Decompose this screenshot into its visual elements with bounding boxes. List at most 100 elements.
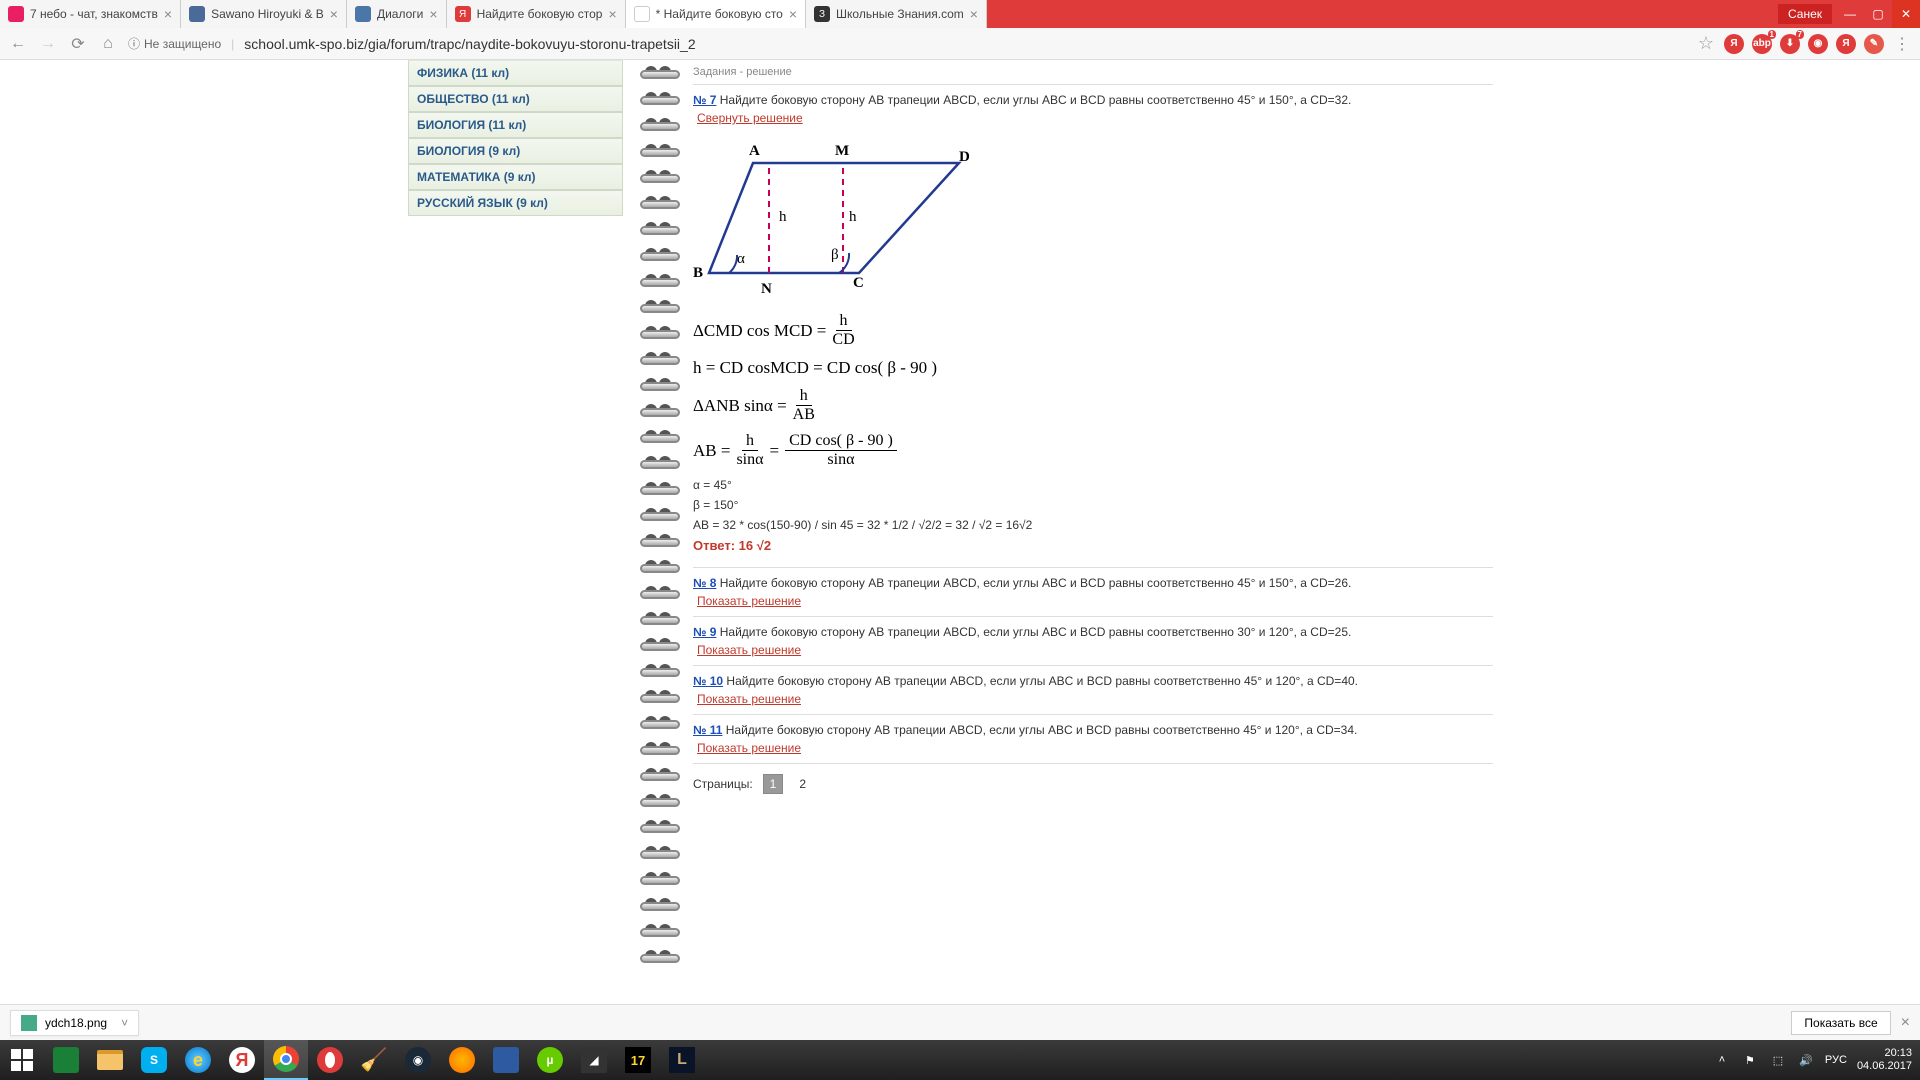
tab-title: Найдите боковую стор [477,7,603,21]
reload-icon[interactable]: ⟳ [68,34,88,54]
tab-title: Школьные Знания.com [836,7,964,21]
label-C: C [853,275,864,292]
task-ccleaner[interactable]: 🧹 [352,1040,396,1080]
tray-volume-icon[interactable]: 🔊 [1797,1051,1815,1069]
show-all-downloads-button[interactable]: Показать все [1791,1011,1890,1035]
extension-icon[interactable]: abp1 [1752,34,1772,54]
tray-chevron-icon[interactable]: ˄ [1713,1051,1731,1069]
problem-number[interactable]: № 7 [693,93,716,107]
browser-tab[interactable]: Sawano Hiroyuki & B × [181,0,347,28]
extension-icon[interactable]: ⬇7 [1780,34,1800,54]
download-filename: ydch18.png [45,1016,107,1030]
problem-text: Найдите боковую сторону AB трапеции ABCD… [716,625,1351,639]
task-chrome[interactable] [264,1040,308,1080]
problem-text: Найдите боковую сторону AB трапеции ABCD… [716,576,1351,590]
task-ie[interactable]: e [176,1040,220,1080]
browser-tab[interactable]: 7 небо - чат, знакомств × [0,0,181,28]
show-solution-link[interactable]: Показать решение [697,594,801,608]
tab-title: 7 небо - чат, знакомств [30,7,158,21]
insecure-badge[interactable]: ⓘ Не защищено [128,35,221,52]
problem-number[interactable]: № 11 [693,723,722,737]
browser-tab[interactable]: Я Найдите боковую стор × [447,0,626,28]
tab-title: Sawano Hiroyuki & B [211,7,324,21]
close-icon[interactable]: × [164,6,172,22]
window-minimize-icon[interactable]: — [1836,0,1864,28]
close-icon[interactable]: × [1901,1014,1910,1032]
close-icon[interactable]: × [970,6,978,22]
task-app[interactable]: ◢ [572,1040,616,1080]
frac-bot: sinα [827,451,854,468]
browser-tab-active[interactable]: * Найдите боковую сто × [626,0,806,28]
show-solution-link[interactable]: Показать решение [697,643,801,657]
close-icon[interactable]: × [789,6,797,22]
show-solution-link[interactable]: Показать решение [697,741,801,755]
task-steam[interactable]: ◉ [396,1040,440,1080]
page-1[interactable]: 1 [763,774,784,794]
main-content: Задания - решение № 7 Найдите боковую ст… [683,60,1503,1004]
math-eq-2: h = CD cosMCD = CD cos( β - 90 ) [693,358,1493,378]
window-maximize-icon[interactable]: ▢ [1864,0,1892,28]
file-icon [21,1015,37,1031]
close-icon[interactable]: × [429,6,437,22]
tray-network-icon[interactable]: ⬚ [1769,1051,1787,1069]
url-text[interactable]: school.umk-spo.biz/gia/forum/trapc/naydi… [244,36,1688,52]
home-icon[interactable]: ⌂ [98,35,118,53]
task-utorrent[interactable]: µ [528,1040,572,1080]
close-icon[interactable]: × [608,6,616,22]
extension-icon[interactable]: ✎ [1864,34,1884,54]
frac-top: h [742,433,758,451]
task-vbox[interactable] [484,1040,528,1080]
browser-tab[interactable]: Диалоги × [347,0,447,28]
task-firefox[interactable] [440,1040,484,1080]
task-opera[interactable] [308,1040,352,1080]
problem-11: № 11 Найдите боковую сторону AB трапеции… [693,715,1493,764]
tray-flag-icon[interactable]: ⚑ [1741,1051,1759,1069]
task-yandex[interactable]: Я [220,1040,264,1080]
menu-icon[interactable]: ⋮ [1892,34,1912,54]
pager-label: Страницы: [693,777,753,791]
problem-7: № 7 Найдите боковую сторону AB трапеции … [693,85,1493,133]
alpha-value: α = 45° [693,478,1493,492]
tab-title: Диалоги [377,7,423,21]
tray-time: 20:13 [1857,1047,1912,1060]
tray-language[interactable]: РУС [1825,1054,1847,1066]
task-store[interactable] [44,1040,88,1080]
chrome-user-button[interactable]: Санек [1778,4,1832,24]
sidebar-item-physics[interactable]: ФИЗИКА (11 кл) [408,60,623,86]
problem-text: Найдите боковую сторону AB трапеции ABCD… [723,674,1358,688]
frac-top: h [836,313,852,331]
problem-number[interactable]: № 9 [693,625,716,639]
task-fifa17[interactable]: 17 [616,1040,660,1080]
problem-number[interactable]: № 8 [693,576,716,590]
task-explorer[interactable] [88,1040,132,1080]
sidebar-item-biology-9[interactable]: БИОЛОГИЯ (9 кл) [408,138,623,164]
page-2[interactable]: 2 [793,775,812,793]
window-close-icon[interactable]: ✕ [1892,0,1920,28]
forward-icon[interactable]: → [38,35,58,53]
browser-tab[interactable]: З Школьные Знания.com × [806,0,987,28]
sidebar-item-biology-11[interactable]: БИОЛОГИЯ (11 кл) [408,112,623,138]
frac-bot: AB [793,406,815,423]
task-skype[interactable]: S [132,1040,176,1080]
download-item[interactable]: ydch18.png ˅ [10,1010,139,1036]
tray-date: 04.06.2017 [1857,1060,1912,1073]
close-icon[interactable]: × [330,6,338,22]
extension-icon[interactable]: Я [1836,34,1856,54]
sidebar-item-social[interactable]: ОБЩЕСТВО (11 кл) [408,86,623,112]
sidebar-item-russian[interactable]: РУССКИЙ ЯЗЫК (9 кл) [408,190,623,216]
url-bar: ← → ⟳ ⌂ ⓘ Не защищено | school.umk-spo.b… [0,28,1920,60]
extension-icon[interactable]: Я [1724,34,1744,54]
start-button[interactable] [0,1040,44,1080]
label-D: D [959,149,970,166]
chevron-down-icon[interactable]: ˅ [121,1016,128,1030]
back-icon[interactable]: ← [8,35,28,53]
show-solution-link[interactable]: Показать решение [697,692,801,706]
bookmark-star-icon[interactable]: ☆ [1698,33,1714,54]
problem-number[interactable]: № 10 [693,674,723,688]
tray-clock[interactable]: 20:13 04.06.2017 [1857,1047,1912,1073]
extension-icon[interactable]: ◉ [1808,34,1828,54]
task-lol[interactable]: L [660,1040,704,1080]
notebook-spiral [633,60,683,1004]
collapse-solution-link[interactable]: Свернуть решение [697,111,803,125]
sidebar-item-math[interactable]: МАТЕМАТИКА (9 кл) [408,164,623,190]
